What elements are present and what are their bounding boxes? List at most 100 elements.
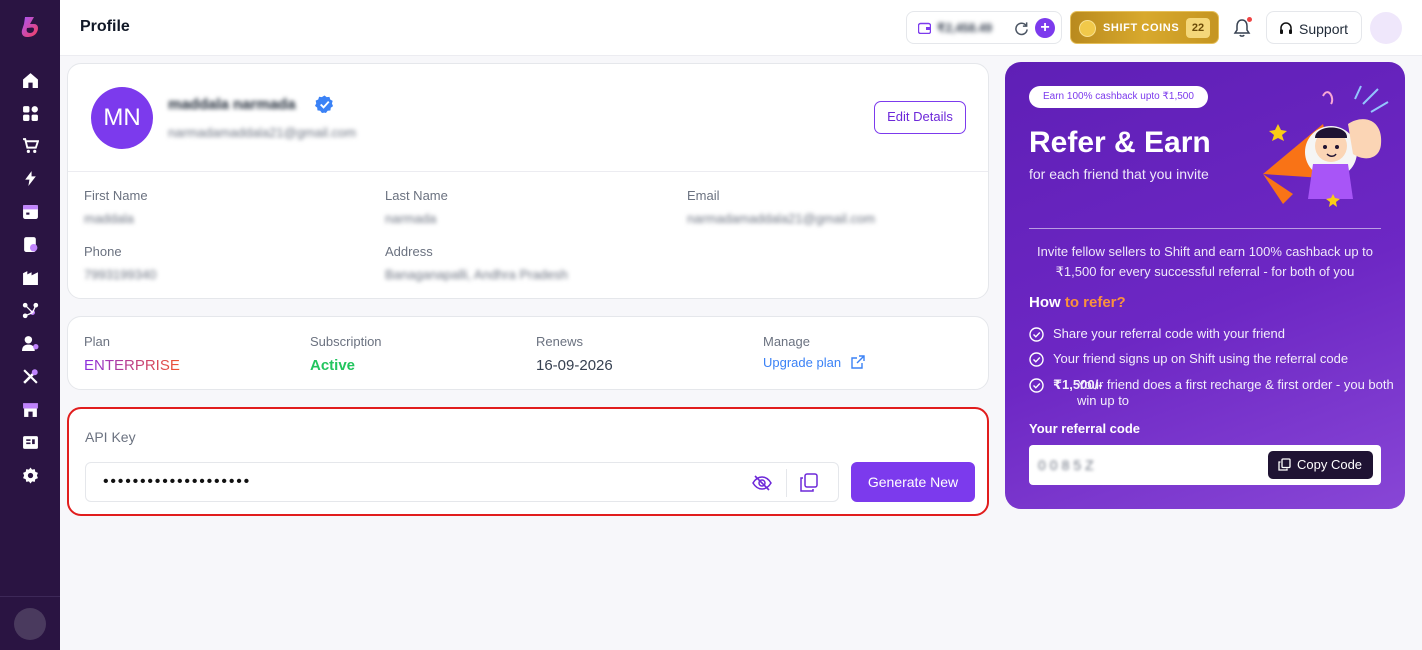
- copy-code-label: Copy Code: [1297, 457, 1363, 472]
- plan-value: ENTERPRISE: [84, 357, 180, 374]
- copy-icon[interactable]: [800, 473, 818, 492]
- network-icon: [22, 302, 38, 318]
- api-key-label: API Key: [85, 429, 136, 445]
- support-label: Support: [1299, 21, 1349, 37]
- clipboard-icon: [23, 236, 37, 252]
- notification-dot: [1247, 17, 1252, 22]
- shift-coins-badge[interactable]: SHIFT COINS 22: [1070, 11, 1219, 44]
- verified-badge-icon: [315, 95, 334, 114]
- email-value: narmadamaddala21@gmail.com: [687, 211, 876, 226]
- refer-step-3-text: Your friend does a first recharge & firs…: [1053, 377, 1394, 408]
- sidebar-item-tools[interactable]: [20, 366, 40, 386]
- home-icon: [22, 72, 38, 88]
- refer-title: Refer & Earn: [1029, 126, 1211, 159]
- how-accent: to refer?: [1060, 294, 1126, 311]
- api-key-field[interactable]: ••••••••••••••••••••: [85, 462, 839, 502]
- bolt-icon: [24, 170, 36, 186]
- address-value: Banaganapalli, Andhra Pradesh: [385, 267, 568, 282]
- coins-count: 22: [1186, 18, 1210, 38]
- sidebar-item-settings[interactable]: [20, 465, 40, 485]
- refer-subtitle: for each friend that you invite: [1029, 166, 1209, 182]
- check-circle-icon: [1029, 327, 1044, 342]
- generate-new-button[interactable]: Generate New: [851, 462, 975, 502]
- referral-code-field: 0085Z Copy Code: [1029, 445, 1381, 485]
- sidebar-item-store[interactable]: [20, 399, 40, 419]
- top-bar: Profile ₹2,458.49 + SHIFT COINS 22 Suppo…: [60, 0, 1422, 56]
- subscription-status: Active: [310, 357, 356, 374]
- eye-off-icon[interactable]: [752, 473, 772, 493]
- sidebar-item-warehouse[interactable]: [20, 267, 40, 287]
- last-name-value: narmada: [385, 211, 437, 226]
- how-prefix: How: [1029, 294, 1061, 311]
- check-circle-icon: [1029, 378, 1044, 393]
- sidebar-avatar[interactable]: [14, 608, 46, 640]
- support-button[interactable]: Support: [1266, 11, 1362, 44]
- sidebar-item-users[interactable]: [20, 333, 40, 353]
- sidebar-item-dashboard[interactable]: [20, 103, 40, 123]
- refer-step-3-main: Your friend does a first recharge & firs…: [1077, 377, 1394, 408]
- refer-step-2: Your friend signs up on Shift using the …: [1029, 351, 1381, 369]
- referral-code-value: 0085Z: [1038, 457, 1098, 473]
- sidebar-item-channels[interactable]: [20, 300, 40, 320]
- copy-icon: [1278, 458, 1291, 471]
- sidebar-item-quick[interactable]: [20, 168, 40, 188]
- sidebar-item-orders[interactable]: [20, 135, 40, 155]
- api-key-card: API Key •••••••••••••••••••• Generate Ne…: [67, 407, 989, 516]
- edit-details-button[interactable]: Edit Details: [874, 101, 966, 134]
- refer-step-1-text: Share your referral code with your frien…: [1053, 326, 1285, 341]
- sidebar-item-calendar[interactable]: [20, 201, 40, 221]
- phone-label: Phone: [84, 244, 122, 259]
- referral-code-label: Your referral code: [1029, 421, 1141, 436]
- sidebar-item-home[interactable]: [20, 70, 40, 90]
- profile-divider: [68, 171, 988, 172]
- profile-email: narmadamaddala21@gmail.com: [168, 125, 357, 140]
- user-avatar[interactable]: [1370, 12, 1402, 44]
- manage-label: Manage: [763, 334, 810, 349]
- external-link-icon: [851, 355, 865, 369]
- shift-logo[interactable]: [20, 16, 40, 38]
- wallet-icon: [918, 22, 931, 34]
- profile-card: MN maddala narmada narmadamaddala21@gmai…: [67, 63, 989, 299]
- sidebar: [0, 0, 60, 650]
- coin-icon: [1079, 20, 1096, 37]
- sidebar-divider: [0, 596, 60, 597]
- wallet-balance[interactable]: ₹2,458.49 +: [906, 11, 1062, 44]
- invoice-icon: [22, 435, 38, 449]
- refer-step-3: Your friend does a first recharge & firs…: [1029, 377, 1394, 411]
- user-icon: [21, 335, 38, 351]
- first-name-value: maddala: [84, 211, 134, 226]
- plan-label: Plan: [84, 334, 111, 349]
- refer-step-1: Share your referral code with your frien…: [1029, 326, 1381, 344]
- upgrade-plan-link[interactable]: Upgrade plan: [763, 355, 865, 370]
- warehouse-icon: [22, 270, 38, 285]
- refer-earn-card: Earn 100% cashback upto ₹1,500 Refer & E…: [1005, 62, 1405, 509]
- renews-label: Renews: [536, 334, 583, 349]
- last-name-label: Last Name: [385, 188, 448, 203]
- email-label: Email: [687, 188, 720, 203]
- page-title: Profile: [80, 18, 130, 35]
- sidebar-item-billing[interactable]: [20, 432, 40, 452]
- profile-avatar: MN: [91, 87, 153, 149]
- phone-value: 7993199340: [84, 267, 157, 282]
- profile-name: maddala narmada: [168, 96, 296, 113]
- add-money-button[interactable]: +: [1035, 18, 1055, 38]
- refer-divider: [1029, 228, 1381, 229]
- cashback-pill: Earn 100% cashback upto ₹1,500: [1029, 86, 1208, 108]
- store-icon: [22, 402, 38, 417]
- refresh-icon[interactable]: [1014, 21, 1029, 36]
- copy-code-button[interactable]: Copy Code: [1268, 451, 1373, 479]
- renews-date: 16-09-2026: [536, 357, 613, 374]
- dashboard-icon: [22, 105, 38, 121]
- headset-icon: [1280, 22, 1292, 34]
- api-field-separator: [786, 469, 787, 497]
- sidebar-item-returns[interactable]: [20, 234, 40, 254]
- check-circle-icon: [1029, 352, 1044, 367]
- first-name-label: First Name: [84, 188, 148, 203]
- refer-description: Invite fellow sellers to Shift and earn …: [1036, 244, 1374, 279]
- gear-icon: [22, 467, 38, 483]
- subscription-label: Subscription: [310, 334, 382, 349]
- how-to-refer-heading: How to refer?: [1029, 294, 1126, 311]
- api-key-value: ••••••••••••••••••••: [103, 473, 252, 490]
- megaphone-illustration: [1263, 85, 1389, 207]
- calendar-icon: [22, 204, 38, 219]
